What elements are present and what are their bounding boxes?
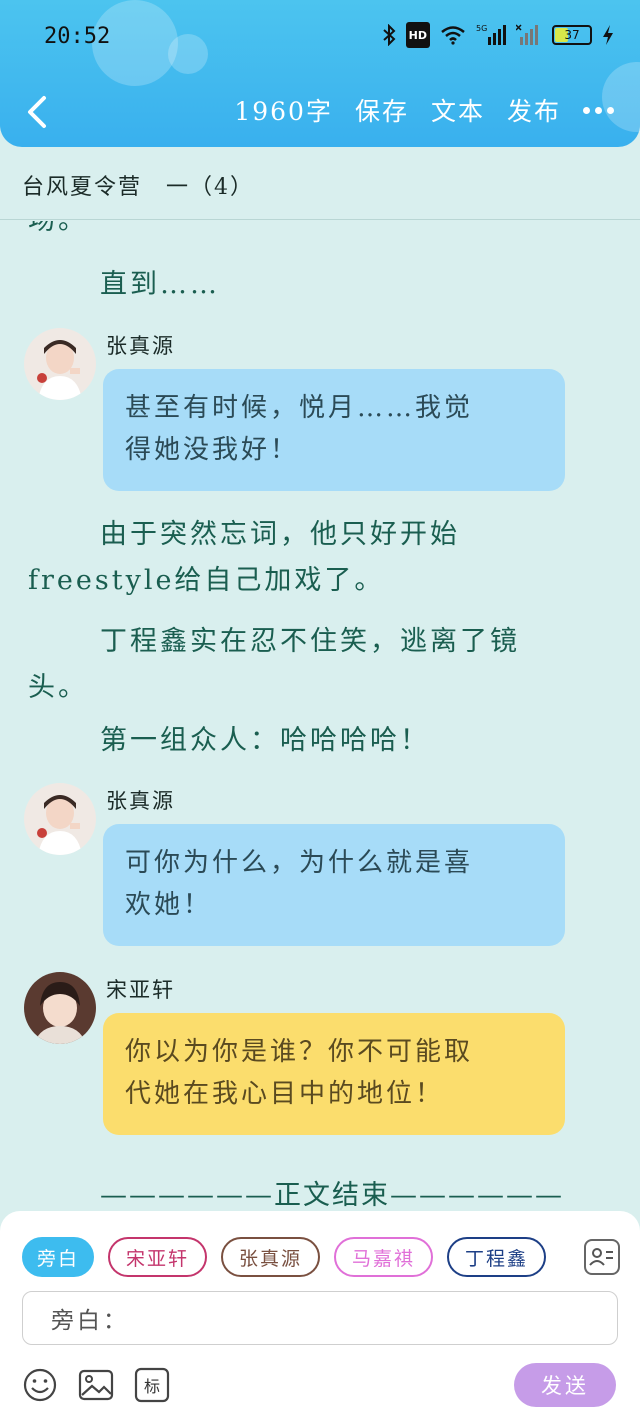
composer-panel: 旁白 宋亚轩 张真源 马嘉祺 丁程鑫 旁白： 标 发送 [0,1211,640,1423]
tag-icon[interactable]: 标 [134,1367,170,1403]
message-text: 可你为什么，为什么就是喜 [125,848,474,878]
narration-paragraph: 头。 [28,672,88,703]
speaker-name: 张真源 [106,789,175,813]
avatar[interactable] [24,783,96,855]
battery-level: 37 [564,28,580,42]
message-text: 欢她！ [125,890,213,920]
battery-icon: 37 [552,22,592,48]
hd-icon: HD [405,22,430,48]
role-chip-ma-jiaqi[interactable]: 马嘉祺 [334,1237,434,1277]
narration-paragraph: freestyle给自己加戏了。 [28,565,385,596]
avatar[interactable] [24,972,96,1044]
publish-button[interactable]: 发布 [507,92,561,128]
chapter-title[interactable]: 台风夏令营 一（4） [0,150,640,220]
role-chip-zhang-zhenyuan[interactable]: 张真源 [221,1237,321,1277]
more-icon[interactable] [583,95,614,125]
status-time: 20:52 [44,24,111,49]
text-button[interactable]: 文本 [431,92,485,128]
contacts-icon[interactable] [584,1239,620,1275]
signal-icon: 5G [476,22,506,48]
back-chevron-icon[interactable] [20,92,56,132]
top-toolbar: 1960字 保存 文本 发布 [0,82,640,142]
role-selector: 旁白 宋亚轩 张真源 马嘉祺 丁程鑫 [22,1237,547,1277]
send-button[interactable]: 发送 [514,1363,616,1407]
message-bubble[interactable]: 可你为什么，为什么就是喜 欢她！ [103,824,565,946]
network-type-label: 5G [476,24,487,33]
status-bar: 20:52 HD 5G 37 [0,18,640,58]
app-header: 20:52 HD 5G 37 1960字 保存 文本 发布 [0,0,640,147]
battery-indicator: 37 [552,25,592,45]
content-input[interactable]: 旁白： [22,1291,618,1345]
save-button[interactable]: 保存 [355,92,409,128]
wifi-icon [440,22,466,48]
message-bubble[interactable]: 甚至有时候，悦月……我觉 得她没我好！ [103,369,565,491]
message-text: 得她没我好！ [125,435,300,465]
emoji-icon[interactable] [22,1367,58,1403]
message-bubble[interactable]: 你以为你是谁？你不可能取 代她在我心目中的地位！ [103,1013,565,1135]
signal-secondary-icon [516,22,542,48]
narration-paragraph: 由于突然忘词，他只好开始 [100,519,460,550]
text-fragment: 场。 [28,221,88,247]
story-content[interactable]: 场。 直到…… 张真源 甚至有时候，悦月……我觉 得她没我好！ 由于突然忘词，他… [0,221,640,1211]
word-count: 1960字 [234,97,333,126]
bluetooth-icon [382,22,396,48]
speaker-name: 张真源 [106,334,175,358]
message-text: 代她在我心目中的地位！ [125,1079,445,1109]
narration-paragraph: 第一组众人：哈哈哈哈！ [100,725,430,756]
message-text: 甚至有时候，悦月……我觉 [125,393,474,423]
input-role-label: 旁白： [51,1308,129,1334]
chapter-end-marker: ——————正文结束—————— [100,1180,564,1211]
role-chip-song-yaxuan[interactable]: 宋亚轩 [108,1237,208,1277]
role-chip-ding-chengxin[interactable]: 丁程鑫 [447,1237,547,1277]
role-chip-narrator[interactable]: 旁白 [22,1237,94,1277]
tag-label: 标 [143,1377,160,1396]
avatar[interactable] [24,328,96,400]
image-icon[interactable] [78,1367,114,1403]
charging-icon [602,22,614,48]
message-text: 你以为你是谁？你不可能取 [125,1037,474,1067]
narration-paragraph: 直到…… [100,269,220,300]
speaker-name: 宋亚轩 [106,978,175,1002]
narration-paragraph: 丁程鑫实在忍不住笑，逃离了镜 [100,626,520,657]
